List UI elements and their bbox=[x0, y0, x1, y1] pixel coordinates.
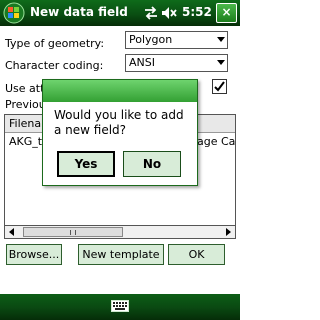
yes-button[interactable]: Yes bbox=[57, 151, 115, 177]
ok-button[interactable]: OK bbox=[168, 244, 225, 265]
close-button[interactable]: × bbox=[216, 3, 237, 23]
clock[interactable]: 5:52 bbox=[182, 5, 212, 19]
use-attr-checkbox[interactable] bbox=[212, 79, 227, 94]
speaker-muted-icon[interactable] bbox=[161, 6, 177, 20]
row-type-cell: age Ca bbox=[197, 135, 236, 148]
no-button[interactable]: No bbox=[123, 151, 181, 177]
browse-button[interactable]: Browse... bbox=[6, 244, 62, 265]
geometry-select-value: Polygon bbox=[129, 33, 173, 46]
scroll-right-icon[interactable] bbox=[221, 226, 235, 238]
bottom-bar bbox=[0, 294, 240, 320]
coding-label: Character coding: bbox=[5, 59, 104, 72]
sync-arrows-icon[interactable] bbox=[144, 6, 158, 20]
geometry-select[interactable]: Polygon bbox=[125, 31, 228, 49]
confirm-dialog: Would you like to add a new field? Yes N… bbox=[42, 79, 198, 186]
title-bar: New data field 5:52 × bbox=[0, 0, 240, 26]
grip-icon bbox=[70, 230, 76, 235]
window-title: New data field bbox=[30, 5, 128, 19]
scroll-left-icon[interactable] bbox=[5, 226, 19, 238]
geometry-label: Type of geometry: bbox=[5, 37, 105, 50]
horizontal-scrollbar[interactable] bbox=[4, 225, 236, 239]
dialog-message: Would you like to add a new field? bbox=[54, 108, 184, 137]
windows-flag-icon[interactable] bbox=[3, 2, 25, 24]
scroll-thumb[interactable] bbox=[23, 227, 123, 237]
coding-select-value: ANSI bbox=[129, 56, 155, 69]
new-template-button[interactable]: New template bbox=[78, 244, 164, 265]
dialog-header bbox=[43, 80, 197, 102]
chevron-down-icon bbox=[217, 60, 225, 65]
keyboard-icon[interactable] bbox=[111, 300, 129, 312]
coding-select[interactable]: ANSI bbox=[125, 54, 228, 72]
chevron-down-icon bbox=[217, 37, 225, 42]
checkmark-icon bbox=[214, 81, 225, 92]
